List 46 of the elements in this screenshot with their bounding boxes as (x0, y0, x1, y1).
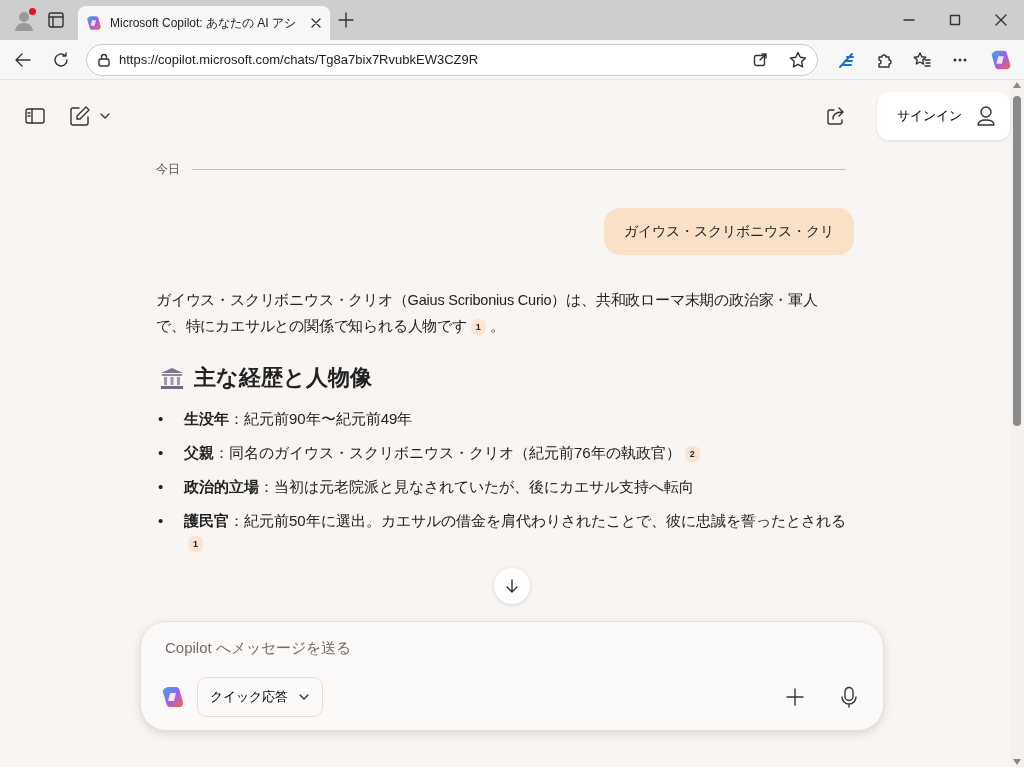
bullet: • (157, 443, 165, 463)
list-item-text: 父親：同名のガイウス・スクリボニウス・クリオ（紀元前76年の執政官） (184, 444, 681, 461)
user-message: ガイウス・スクリボニウス・クリ (604, 208, 854, 255)
bullet: • (157, 409, 165, 429)
arrow-down-icon (504, 578, 520, 594)
scroll-up-icon[interactable] (1013, 82, 1021, 88)
share-icon[interactable] (752, 52, 767, 67)
copilot-logo-icon (161, 684, 185, 709)
mode-dropdown[interactable]: クイック応答 (197, 676, 323, 717)
maximize-icon[interactable] (949, 14, 961, 26)
answer-paragraph: ガイウス・スクリボニウス・クリオ（Gaius Scribonius Curio）は、共和政ローマ末期の政治家・軍人で、特にカエサルとの関係で知られる人物です 1 。 (156, 291, 819, 338)
favorites-icon[interactable] (912, 50, 931, 69)
scroll-down-icon[interactable] (1013, 759, 1021, 765)
lock-icon (97, 52, 111, 67)
sidebar-icon[interactable] (24, 105, 46, 127)
scrollbar[interactable] (1010, 80, 1024, 767)
close-icon[interactable] (310, 17, 322, 29)
list-item-text: 政治的立場：当初は元老院派と見なされていたが、後にカエサル支持へ転向 (184, 478, 694, 495)
section-heading: 主な経歴と人物像 (194, 364, 372, 392)
date-divider: 今日 (156, 161, 180, 178)
scroll-thumb[interactable] (1013, 96, 1021, 426)
bullet: • (157, 511, 165, 531)
citation-link[interactable]: 1 (188, 536, 203, 553)
signin-button[interactable]: サインイン (877, 92, 1010, 140)
feather-icon[interactable] (836, 50, 855, 69)
copilot-logo-icon (990, 48, 1012, 71)
edit-icon (69, 105, 91, 127)
scroll-down-button[interactable] (494, 568, 530, 604)
bullet: • (157, 477, 165, 497)
message-input[interactable]: Copilot へメッセージを送る (163, 636, 863, 661)
person-icon (976, 105, 996, 127)
classical-building-icon (160, 365, 184, 390)
tab-actions-icon[interactable] (47, 11, 65, 29)
new-tab-icon[interactable] (338, 12, 354, 28)
star-icon[interactable] (788, 50, 807, 69)
plus-icon (785, 686, 805, 707)
list-item-text: 生没年：紀元前90年〜紀元前49年 (184, 410, 413, 427)
microphone-icon (839, 685, 859, 708)
refresh-icon[interactable] (52, 50, 70, 69)
list-item-text: 護民官：紀元前50年に選出。カエサルの借金を肩代わりされたことで、彼に忠誠を誓ったとされる (184, 512, 846, 529)
close-icon[interactable] (995, 14, 1007, 26)
citation-link[interactable]: 1 (470, 319, 486, 336)
address-bar[interactable]: https://copilot.microsoft.com/chats/Tg8a7bix7RvubkEW3CZ9R (86, 43, 818, 76)
copilot-logo-icon (86, 15, 102, 31)
browser-tab[interactable]: Microsoft Copilot: あなたの AI アシ (78, 6, 330, 40)
citation-link[interactable]: 2 (684, 446, 700, 463)
